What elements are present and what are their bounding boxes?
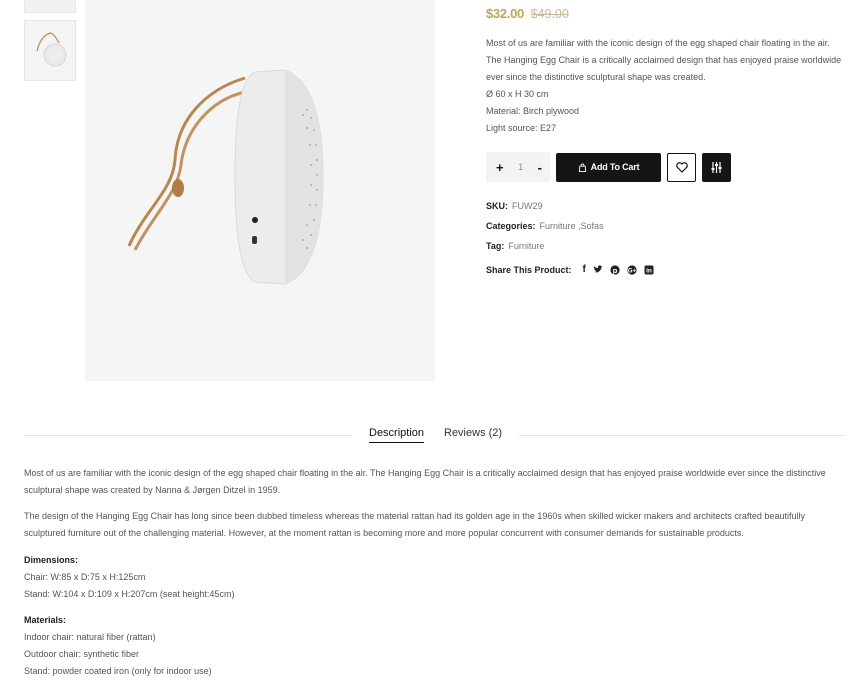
compare-button[interactable] (702, 152, 731, 182)
materials-section: Materials: Indoor chair: natural fiber (… (24, 612, 844, 680)
dimension-stand: Stand: W:104 x D:109 x H:207cm (seat hei… (24, 589, 235, 599)
product-main-image[interactable] (85, 0, 435, 381)
tab-divider-right (519, 435, 844, 436)
tab-reviews[interactable]: Reviews (2) (444, 427, 502, 439)
categories-row: Categories: Furniture ,Sofas (486, 221, 604, 231)
share-label: Share This Product: (486, 264, 572, 275)
material-stand: Stand: powder coated iron (only for indo… (24, 666, 212, 676)
categories-label: Categories: (486, 221, 536, 231)
thumbnail-partial[interactable] (24, 0, 76, 13)
add-to-cart-button[interactable]: Add To Cart (556, 152, 661, 182)
add-to-cart-row: + 1 - Add To Cart (486, 152, 731, 182)
tab-description[interactable]: Description (369, 427, 425, 443)
short-desc-line: Material: Birch plywood (486, 106, 580, 116)
short-desc-line: Light source: E27 (486, 123, 557, 133)
paragraph-line: sculptured furniture out of the challeng… (24, 528, 744, 538)
dimensions-heading: Dimensions: (24, 555, 79, 565)
sku-row: SKU: FUW29 (486, 201, 543, 211)
short-desc-line: The Hanging Egg Chair is a critically ac… (486, 55, 842, 65)
pinterest-icon[interactable]: p (610, 264, 620, 275)
sku-value: FUW29 (512, 201, 543, 211)
twitter-icon[interactable] (593, 265, 603, 274)
paragraph-line: sculptural shape was created by Nanna & … (24, 485, 281, 495)
google-plus-icon[interactable]: G+ (627, 264, 637, 275)
thumbnail-speaker[interactable] (24, 20, 76, 81)
dimensions-section: Dimensions: Chair: W:85 x D:75 x H:125cm… (24, 552, 844, 603)
short-desc-line: Most of us are familiar with the iconic … (486, 38, 830, 48)
tag-link[interactable]: Furniture (508, 241, 544, 251)
price-current: $32.00 (486, 6, 524, 21)
svg-text:G+: G+ (628, 268, 637, 274)
qty-increase-button[interactable]: + (496, 160, 504, 175)
bag-icon (578, 163, 586, 172)
material-indoor: Indoor chair: natural fiber (rattan) (24, 632, 156, 642)
product-short-description: Most of us are familiar with the iconic … (486, 35, 848, 137)
materials-heading: Materials: (24, 615, 67, 625)
qty-input[interactable]: 1 (518, 162, 523, 172)
qty-decrease-button[interactable]: - (538, 160, 542, 175)
tag-label: Tag: (486, 241, 505, 251)
share-icons: f p G+ in (583, 264, 654, 275)
linkedin-icon[interactable]: in (644, 265, 654, 275)
quantity-stepper: + 1 - (486, 152, 550, 182)
tag-row: Tag: Furniture (486, 241, 544, 251)
price-original: $49.00 (530, 7, 569, 21)
dimension-chair: Chair: W:85 x D:75 x H:125cm (24, 572, 146, 582)
description-paragraph-1: Most of us are familiar with the iconic … (24, 465, 844, 499)
heart-icon (675, 161, 688, 173)
paragraph-line: Most of us are familiar with the iconic … (24, 468, 826, 478)
svg-text:p: p (613, 265, 618, 274)
short-desc-line: Ø 60 x H 30 cm (486, 89, 549, 99)
material-outdoor: Outdoor chair: synthetic fiber (24, 649, 140, 659)
speaker-thumbnail-image (36, 32, 67, 67)
sliders-icon (711, 161, 722, 173)
svg-text:in: in (646, 267, 652, 274)
share-row: Share This Product: f p G+ in (486, 264, 654, 275)
paragraph-line: The design of the Hanging Egg Chair has … (24, 511, 805, 521)
facebook-icon[interactable]: f (583, 264, 586, 275)
categories-link[interactable]: Furniture ,Sofas (540, 221, 604, 231)
product-price: $32.00 $49.00 (486, 6, 569, 21)
wishlist-button[interactable] (667, 152, 696, 182)
description-paragraph-2: The design of the Hanging Egg Chair has … (24, 508, 844, 542)
tab-divider-left (24, 435, 351, 436)
add-to-cart-label: Add To Cart (590, 162, 640, 172)
short-desc-line: ever since the distinctive sculptural sh… (486, 72, 706, 82)
speaker-image (127, 69, 324, 285)
sku-label: SKU: (486, 201, 508, 211)
